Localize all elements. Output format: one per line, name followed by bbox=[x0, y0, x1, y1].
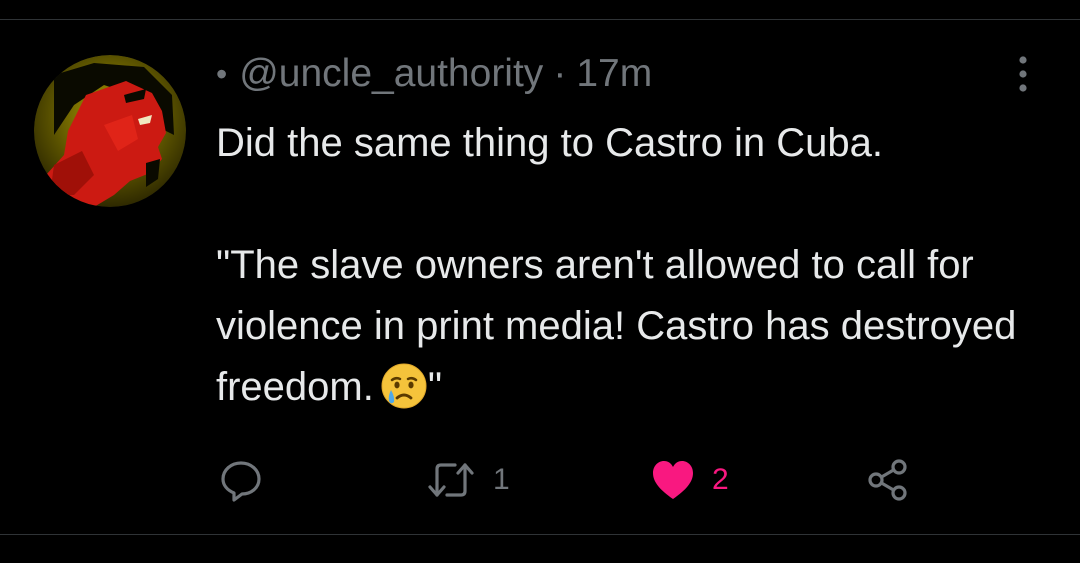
share-icon bbox=[868, 459, 907, 501]
like-button[interactable]: 2 bbox=[650, 450, 729, 510]
crying-face-emoji-icon bbox=[380, 362, 428, 428]
retweet-button[interactable]: 1 bbox=[425, 450, 510, 510]
reply-button[interactable] bbox=[218, 450, 264, 510]
retweet-count: 1 bbox=[493, 463, 510, 496]
header-separator: · bbox=[553, 52, 567, 95]
tweet-timestamp[interactable]: 17m bbox=[576, 52, 652, 96]
user-handle[interactable]: @uncle_authority bbox=[239, 52, 543, 96]
action-bar: 1 2 bbox=[0, 450, 1080, 510]
tweet-text: Did the same thing to Castro in Cuba. "T… bbox=[216, 113, 1056, 428]
more-options-button[interactable] bbox=[1006, 54, 1040, 94]
tweet-header: • @uncle_authority · 17m bbox=[216, 48, 652, 100]
tweet[interactable]: • @uncle_authority · 17m Did the same th… bbox=[0, 0, 1080, 563]
reply-icon bbox=[221, 461, 261, 502]
divider-top bbox=[0, 19, 1080, 20]
tweet-quote-text: "The slave owners aren't allowed to call… bbox=[216, 243, 1017, 409]
header-bullet: • bbox=[216, 55, 228, 92]
like-count: 2 bbox=[712, 463, 729, 496]
divider-bottom bbox=[0, 534, 1080, 535]
more-vertical-icon bbox=[1019, 56, 1027, 92]
tweet-quote-end: " bbox=[427, 365, 443, 409]
heart-icon bbox=[653, 461, 693, 499]
tweet-text-line: Did the same thing to Castro in Cuba. bbox=[216, 121, 884, 165]
tweet-quote: "The slave owners aren't allowed to call… bbox=[216, 235, 1056, 428]
share-button[interactable] bbox=[864, 450, 912, 510]
avatar-image bbox=[34, 55, 186, 207]
avatar[interactable] bbox=[34, 55, 186, 207]
retweet-icon bbox=[428, 463, 474, 497]
